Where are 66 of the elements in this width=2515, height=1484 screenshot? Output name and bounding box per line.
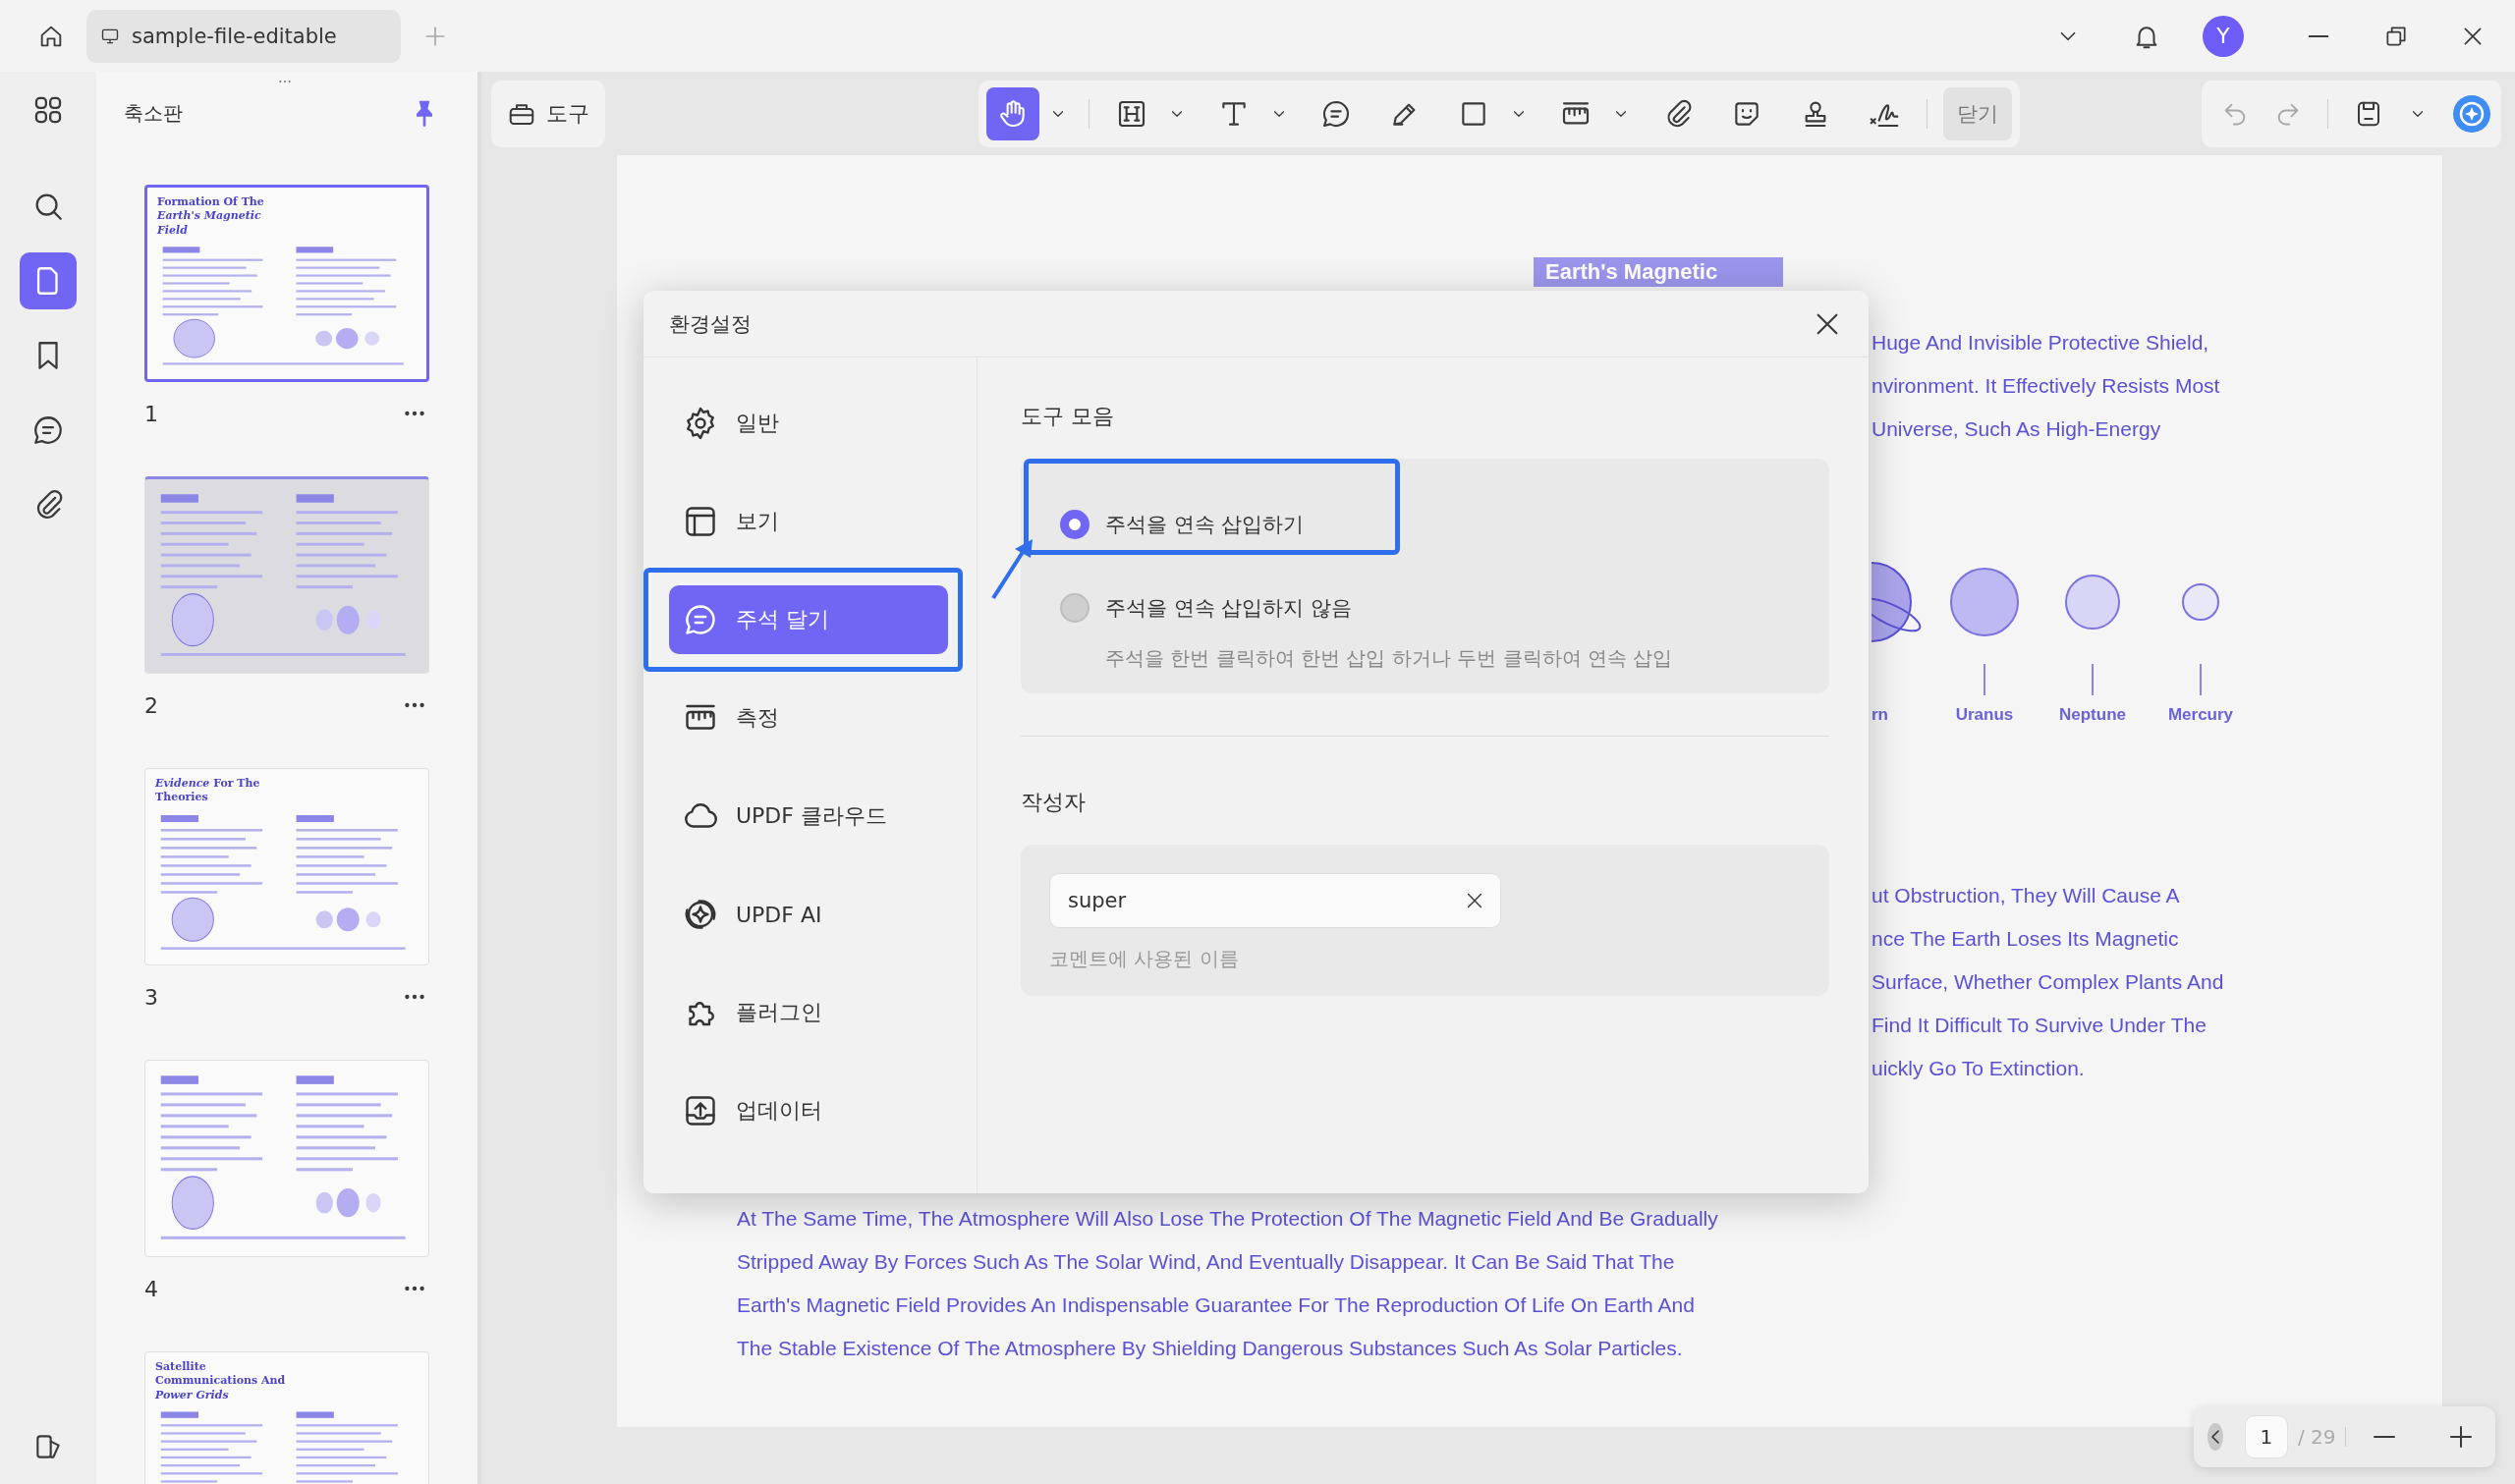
page-number: 1 bbox=[144, 401, 158, 426]
page-number: 2 bbox=[144, 692, 158, 718]
body-text: ut Obstruction, They Will Cause A bbox=[1872, 883, 2181, 908]
body-text: Huge And Invisible Protective Shield, bbox=[1872, 330, 2210, 356]
body-text: nce The Earth Loses Its Magnetic bbox=[1872, 926, 2180, 952]
radio-button[interactable] bbox=[1060, 509, 1090, 539]
body-text: Find It Difficult To Survive Under The bbox=[1872, 1013, 2208, 1038]
ai-assistant-icon[interactable] bbox=[2452, 93, 2491, 134]
radio-label: 주석을 연속 삽입하지 않음 bbox=[1105, 594, 1353, 622]
dialog-title: 환경설정 bbox=[669, 310, 752, 338]
page-number-field[interactable]: 1 bbox=[2244, 1415, 2288, 1458]
planet-label: rn bbox=[1872, 705, 1888, 725]
chevron-left-icon bbox=[2209, 1429, 2220, 1445]
body-text: Universe, Such As High-Energy bbox=[1872, 416, 2162, 442]
body-text: nvironment. It Effectively Resists Most bbox=[1872, 373, 2221, 399]
avatar[interactable]: Y bbox=[2203, 15, 2244, 57]
section-heading: 작성자 bbox=[1021, 789, 1087, 816]
sidebar-tab[interactable] bbox=[20, 252, 77, 309]
settings-nav-item[interactable]: 업데이터 bbox=[669, 1076, 948, 1145]
thumbnail-title: Evidence For The Theories bbox=[155, 777, 261, 805]
document-title: sample-file-editable bbox=[132, 24, 337, 48]
field-helper-text: 코멘트에 사용된 이름 bbox=[1049, 946, 1240, 972]
page-thumbnail[interactable]: Formation Of The Earth's Magnetic Field bbox=[144, 185, 429, 382]
body-text: Stripped Away By Forces Such As The Solar Wind, And Eventually Disappear. It Can Be Said That The bbox=[737, 1249, 1676, 1275]
body-text: Earth's Magnetic Field Provides An Indispensable Guarantee For The Reproduction Of Life On Earth And bbox=[737, 1292, 1696, 1318]
update-icon bbox=[683, 1093, 718, 1128]
radio-button[interactable] bbox=[1060, 592, 1090, 623]
body-text: uickly Go To Extinction. bbox=[1872, 1056, 2086, 1081]
previous-page-button[interactable] bbox=[2208, 1423, 2223, 1451]
page-thumbnail[interactable] bbox=[144, 476, 429, 674]
hand-tool-button[interactable] bbox=[986, 86, 1039, 140]
body-text: Surface, Whether Complex Plants And bbox=[1872, 969, 2225, 995]
section-tag: Earth's Magnetic bbox=[1534, 257, 1783, 287]
page-count: / 29 bbox=[2297, 1425, 2336, 1449]
page-number: 4 bbox=[144, 1276, 158, 1301]
panel-title: 축소판 bbox=[124, 100, 183, 127]
body-text: At The Same Time, The Atmosphere Will Also Lose The Protection Of The Magnetic Field And Be Gradually bbox=[737, 1206, 1719, 1232]
thumbnail-title: Satellite Communications And Power Grids bbox=[155, 1360, 287, 1402]
planet-label: Mercury bbox=[2167, 705, 2234, 725]
layout-icon bbox=[683, 504, 718, 539]
settings-nav-item[interactable]: UPDF 클라우드 bbox=[669, 782, 948, 851]
radio-label: 주석을 연속 삽입하기 bbox=[1105, 511, 1305, 538]
page-thumbnail[interactable]: Evidence For The Theories bbox=[144, 768, 429, 965]
section-heading: 도구 모음 bbox=[1021, 403, 1115, 430]
option-description: 주석을 한번 클릭하여 한번 삽입 하거나 두번 클릭하여 연속 삽입 bbox=[1104, 645, 1674, 672]
settings-nav-item[interactable]: 보기 bbox=[669, 487, 948, 556]
radio-option[interactable]: 주석을 연속 삽입하지 않음 bbox=[1021, 592, 1353, 623]
pointer-arrow bbox=[991, 537, 1034, 600]
author-name-field[interactable]: super bbox=[1049, 873, 1501, 928]
settings-nav-item[interactable]: 일반 bbox=[669, 389, 948, 458]
document-tab[interactable]: sample-file-editable bbox=[86, 9, 401, 63]
settings-nav-item[interactable]: UPDF AI bbox=[669, 880, 948, 949]
speech-bubble-icon bbox=[683, 602, 718, 637]
planet-label: Uranus bbox=[1955, 705, 2014, 725]
settings-nav-item[interactable]: 측정 bbox=[669, 684, 948, 752]
speech-bubble-icon bbox=[31, 413, 65, 447]
page-thumbnail[interactable]: Satellite Communications And Power Grids bbox=[144, 1351, 429, 1484]
page-number: 3 bbox=[144, 984, 158, 1010]
thumbnail-title: Formation Of The Earth's Magnetic Field bbox=[157, 195, 265, 238]
planet-label: Neptune bbox=[2059, 705, 2126, 725]
tools-button[interactable]: 도구 bbox=[491, 80, 605, 147]
radio-option[interactable]: 주석을 연속 삽입하기 bbox=[1021, 509, 1305, 539]
body-text: The Stable Existence Of The Atmosphere By Shielding Dangerous Substances Such As Solar Particles. bbox=[737, 1336, 1684, 1361]
settings-nav-item[interactable]: 주석 달기 bbox=[669, 585, 948, 654]
sparkle-icon bbox=[683, 897, 718, 932]
settings-nav-item[interactable]: 플러그인 bbox=[669, 978, 948, 1047]
